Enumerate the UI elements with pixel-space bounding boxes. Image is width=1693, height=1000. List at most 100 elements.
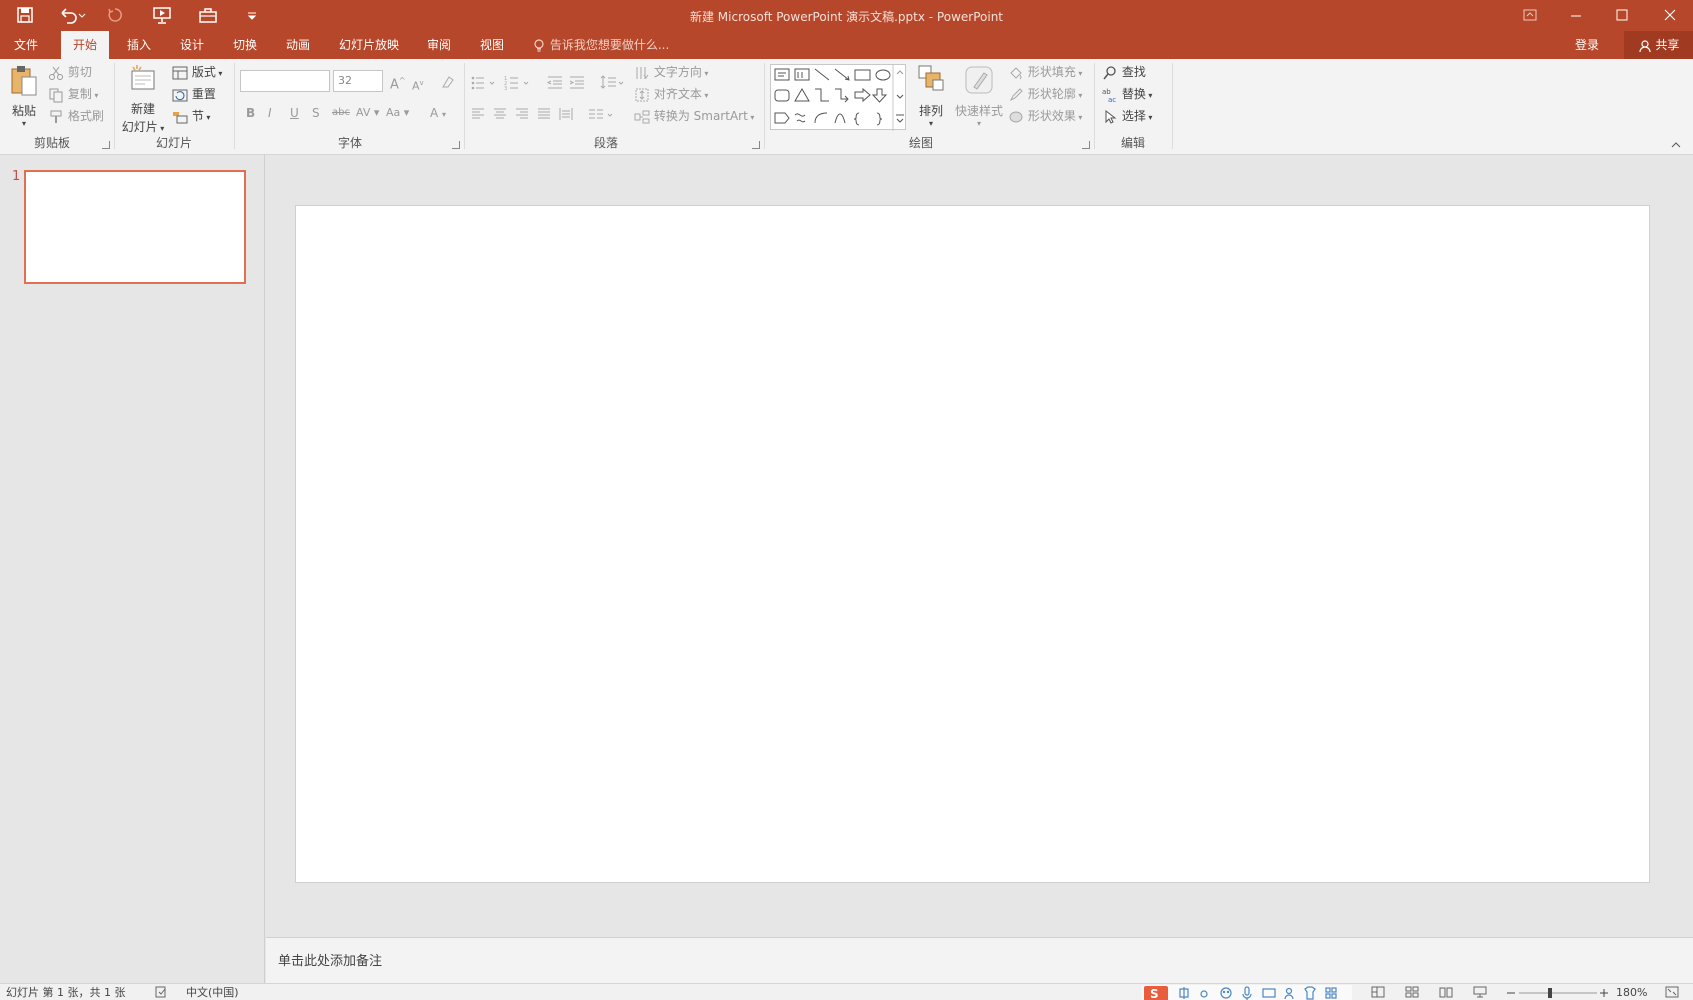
- underline-icon[interactable]: U: [290, 104, 299, 122]
- ribbon-display-options-icon[interactable]: [1507, 0, 1553, 31]
- drawing-launcher-icon[interactable]: [1082, 141, 1090, 149]
- replace-button[interactable]: ab ac 替换 ▾: [1102, 85, 1152, 105]
- clipboard-launcher-icon[interactable]: [102, 141, 110, 149]
- search-icon: [1103, 65, 1116, 79]
- change-case-icon[interactable]: Aa ▾: [386, 104, 409, 122]
- slide-thumbnail[interactable]: [24, 170, 246, 284]
- strikethrough-icon[interactable]: abc: [332, 104, 350, 122]
- tab-transitions[interactable]: 切换: [221, 31, 269, 59]
- arrange-icon: [918, 65, 944, 91]
- format-painter-button[interactable]: 格式刷: [48, 107, 104, 125]
- cursor-icon: [1105, 109, 1117, 124]
- bullets-icon[interactable]: [470, 72, 498, 90]
- layout-button[interactable]: 版式 ▾: [172, 63, 222, 83]
- slideshow-view-icon[interactable]: [1472, 985, 1488, 1000]
- language-indicator[interactable]: 中文(中国): [186, 985, 239, 1000]
- font-launcher-icon[interactable]: [452, 141, 460, 149]
- tab-home[interactable]: 开始: [61, 31, 110, 59]
- numbering-icon[interactable]: 123: [504, 72, 532, 90]
- align-text-button[interactable]: 对齐文本 ▾: [634, 85, 708, 105]
- select-button[interactable]: 选择 ▾: [1102, 107, 1152, 127]
- shape-effects-button[interactable]: 形状效果 ▾: [1008, 107, 1082, 127]
- italic-icon[interactable]: I: [268, 104, 272, 122]
- select-label: 选择: [1121, 109, 1146, 123]
- window-title: 新建 Microsoft PowerPoint 演示文稿.pptx - Powe…: [689, 10, 1004, 24]
- smartart-icon: [634, 110, 650, 123]
- align-right-icon[interactable]: [514, 104, 530, 122]
- align-center-icon[interactable]: [492, 104, 508, 122]
- columns-icon[interactable]: [588, 104, 616, 122]
- text-direction-button[interactable]: 文字方向 ▾: [634, 63, 708, 83]
- paste-button[interactable]: 粘贴 ▾: [8, 63, 40, 128]
- tell-me-text: 告诉我您想要做什么...: [549, 38, 670, 52]
- svg-text:3: 3: [504, 86, 507, 90]
- zoom-slider[interactable]: [1505, 985, 1609, 1000]
- reset-button[interactable]: 重置: [172, 85, 216, 103]
- share-button[interactable]: 共享: [1624, 31, 1693, 59]
- format-painter-icon: [50, 110, 62, 123]
- ime-toolbar[interactable]: S: [1142, 985, 1352, 1000]
- quick-styles-button[interactable]: 快速样式 ▾: [954, 63, 1004, 128]
- font-color-icon[interactable]: A ▾: [430, 104, 446, 124]
- cut-button[interactable]: 剪切: [48, 63, 92, 81]
- quick-styles-label: 快速样式: [954, 104, 1003, 118]
- collapse-ribbon-icon[interactable]: [1670, 137, 1682, 155]
- normal-view-icon[interactable]: [1370, 985, 1386, 1000]
- group-label-slides: 幻灯片: [155, 136, 192, 150]
- smartart-button[interactable]: 转换为 SmartArt ▾: [634, 107, 754, 127]
- new-slide-button[interactable]: 新建 幻灯片 ▾: [120, 63, 166, 138]
- arrange-button[interactable]: 排列 ▾: [914, 63, 948, 128]
- align-left-icon[interactable]: [470, 104, 486, 122]
- bold-icon[interactable]: B: [246, 104, 255, 122]
- copy-button[interactable]: 复制 ▾: [48, 85, 98, 105]
- tab-view[interactable]: 视图: [468, 31, 516, 59]
- reading-view-icon[interactable]: [1438, 985, 1454, 1000]
- layout-icon: [172, 66, 188, 79]
- slide-canvas[interactable]: [295, 205, 1650, 883]
- font-name-combo[interactable]: [240, 70, 330, 92]
- spell-check-icon[interactable]: [154, 985, 168, 1000]
- quick-styles-icon: [965, 66, 993, 94]
- maximize-icon[interactable]: [1599, 0, 1645, 31]
- font-size-combo[interactable]: 32: [333, 70, 383, 92]
- status-bar: 幻灯片 第 1 张，共 1 张 中文(中国) S 180%: [0, 983, 1693, 1000]
- increase-font-icon[interactable]: A^: [390, 72, 406, 94]
- tab-animations[interactable]: 动画: [274, 31, 322, 59]
- increase-indent-icon[interactable]: [568, 72, 586, 90]
- decrease-indent-icon[interactable]: [546, 72, 564, 90]
- shape-outline-button[interactable]: 形状轮廓 ▾: [1008, 85, 1082, 105]
- paragraph-launcher-icon[interactable]: [752, 141, 760, 149]
- tab-review[interactable]: 审阅: [415, 31, 463, 59]
- tab-design[interactable]: 设计: [168, 31, 216, 59]
- slide-sorter-icon[interactable]: [1404, 985, 1420, 1000]
- fit-to-window-icon[interactable]: [1664, 985, 1680, 1000]
- group-label-font: 字体: [337, 136, 362, 150]
- tab-insert[interactable]: 插入: [115, 31, 163, 59]
- minimize-icon[interactable]: [1553, 0, 1599, 31]
- ribbon-tabs: 文件 开始 插入 设计 切换 动画 幻灯片放映 审阅 视图 告诉我您想要做什么.…: [0, 31, 1693, 59]
- character-spacing-icon[interactable]: AV ▾: [356, 104, 379, 122]
- login-link[interactable]: 登录: [1575, 31, 1599, 59]
- slide-number: 1: [12, 169, 21, 184]
- shapes-gallery[interactable]: [770, 64, 906, 131]
- justify-icon[interactable]: [536, 104, 552, 122]
- group-label-clipboard: 剪贴板: [33, 136, 70, 150]
- tab-slideshow[interactable]: 幻灯片放映: [327, 31, 411, 59]
- notes-pane[interactable]: 单击此处添加备注: [266, 937, 1693, 983]
- close-icon[interactable]: [1647, 0, 1693, 31]
- line-spacing-icon[interactable]: [600, 72, 626, 90]
- shape-fill-button[interactable]: 形状填充 ▾: [1008, 63, 1082, 83]
- reset-label: 重置: [191, 87, 216, 101]
- find-button[interactable]: 查找: [1102, 63, 1146, 81]
- tell-me-search[interactable]: 告诉我您想要做什么...: [532, 31, 669, 59]
- slide-info: 幻灯片 第 1 张，共 1 张: [6, 986, 126, 999]
- group-label-editing: 编辑: [1120, 136, 1145, 150]
- decrease-font-icon[interactable]: Av: [412, 74, 424, 96]
- tab-file[interactable]: 文件: [2, 31, 50, 59]
- clear-formatting-icon[interactable]: [440, 72, 456, 90]
- layout-label: 版式: [191, 65, 216, 79]
- distributed-icon[interactable]: [558, 104, 574, 122]
- text-shadow-icon[interactable]: S: [312, 104, 320, 122]
- zoom-level[interactable]: 180%: [1616, 985, 1647, 1000]
- section-button[interactable]: 节 ▾: [172, 107, 210, 127]
